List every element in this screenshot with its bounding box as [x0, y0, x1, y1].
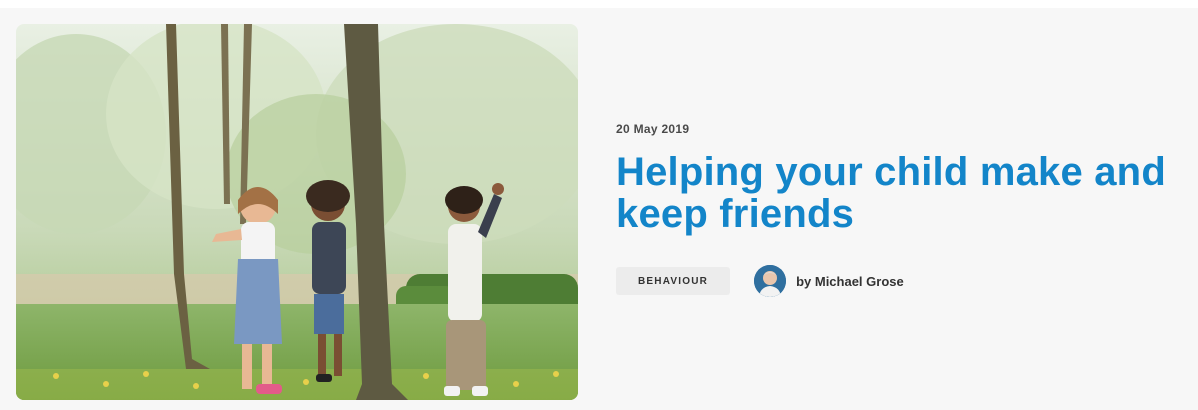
author-name: by Michael Grose — [796, 273, 904, 289]
article-image-link[interactable] — [16, 24, 578, 400]
article-photo — [16, 24, 578, 400]
category-tag[interactable]: BEHAVIOUR — [616, 267, 731, 295]
article-info: 20 May 2019 Helping your child make and … — [616, 122, 1176, 297]
article-title-link[interactable]: Helping your child make and keep friends — [616, 151, 1176, 235]
article-card: 20 May 2019 Helping your child make and … — [0, 8, 1198, 410]
article-meta: BEHAVIOUR by Michael Grose — [616, 265, 1176, 297]
author-link[interactable]: by Michael Grose — [754, 265, 904, 297]
author-portrait-icon — [754, 265, 787, 297]
article-date: 20 May 2019 — [616, 122, 690, 136]
author-avatar — [754, 265, 787, 297]
